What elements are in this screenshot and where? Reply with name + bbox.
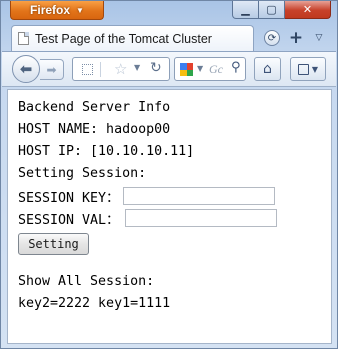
google-icon[interactable]: [180, 63, 193, 76]
forward-button[interactable]: ➡: [40, 59, 64, 80]
search-bar[interactable]: ▼ Gc ⚲: [174, 57, 246, 81]
chevron-down-icon[interactable]: ▼: [197, 64, 203, 73]
session-key-label: SESSION KEY：: [18, 190, 120, 206]
setting-session-label: Setting Session:: [18, 166, 147, 181]
chevron-down-icon: ▽: [315, 33, 323, 43]
bookmark-icon: [297, 63, 309, 75]
chevron-down-icon: ▼: [76, 5, 84, 15]
tab-active[interactable]: Test Page of the Tomcat Cluster: [11, 25, 254, 51]
setting-button[interactable]: Setting: [18, 233, 89, 255]
minimize-icon: ▁: [241, 3, 250, 16]
back-button[interactable]: ⬅: [12, 55, 40, 83]
session-val-row: SESSION VAL：: [18, 207, 331, 229]
sessions-text: key2=2222 key1=1111: [18, 296, 171, 311]
url-divider: [100, 62, 101, 77]
bookmarks-button[interactable]: ▼: [290, 57, 326, 81]
star-icon[interactable]: ☆: [114, 60, 127, 78]
minimize-button[interactable]: ▁: [232, 1, 259, 19]
home-button[interactable]: ⌂: [254, 57, 281, 81]
close-window-button[interactable]: ✕: [285, 1, 331, 19]
tab-title: Test Page of the Tomcat Cluster: [35, 31, 212, 46]
firefox-menu-label: Firefox: [30, 3, 71, 17]
arrow-right-icon: ➡: [46, 62, 57, 77]
chevron-down-icon: ▼: [311, 64, 319, 74]
list-all-tabs-button[interactable]: ▽: [311, 28, 327, 48]
search-placeholder: Gc: [209, 62, 223, 76]
search-icon[interactable]: ⚲: [231, 60, 241, 75]
session-key-input[interactable]: [123, 187, 276, 205]
session-val-input[interactable]: [125, 209, 278, 227]
arrow-left-icon: ⬅: [19, 60, 33, 78]
page-content: Backend Server Info HOST NAME: hadoop00 …: [7, 89, 332, 344]
chevron-down-icon[interactable]: ▼: [134, 63, 140, 72]
firefox-menu-button[interactable]: Firefox ▼: [10, 1, 104, 20]
tab-groups-icon: ⟳: [264, 30, 280, 46]
session-key-row: SESSION KEY：: [18, 185, 331, 207]
browser-window: Firefox ▼ ▁ ▢ ✕ Test Page of the Tomcat …: [0, 0, 338, 349]
plus-icon: +: [288, 28, 304, 48]
tab-groups-button[interactable]: ⟳: [261, 28, 283, 48]
session-val-label: SESSION VAL：: [18, 212, 120, 228]
reload-icon[interactable]: ↻: [150, 60, 162, 76]
host-name-text: HOST NAME: hadoop00: [18, 122, 171, 137]
url-bar[interactable]: ☆ ▼ ↻: [72, 57, 170, 81]
new-tab-button[interactable]: +: [287, 28, 305, 48]
navigation-toolbar: ⬅ ➡ ☆ ▼ ↻ ▼ Gc ⚲ ⌂ ▼: [2, 51, 336, 87]
maximize-button[interactable]: ▢: [259, 1, 285, 19]
site-identity-icon[interactable]: [82, 64, 93, 75]
host-ip-text: HOST IP: [10.10.10.11]: [18, 144, 195, 159]
show-session-label: Show All Session:: [18, 274, 155, 289]
window-controls: ▁ ▢ ✕: [232, 1, 331, 19]
page-icon: [18, 32, 29, 45]
maximize-icon: ▢: [266, 3, 277, 16]
home-icon: ⌂: [263, 61, 272, 77]
page-heading: Backend Server Info: [18, 100, 171, 115]
close-icon: ✕: [302, 3, 313, 16]
